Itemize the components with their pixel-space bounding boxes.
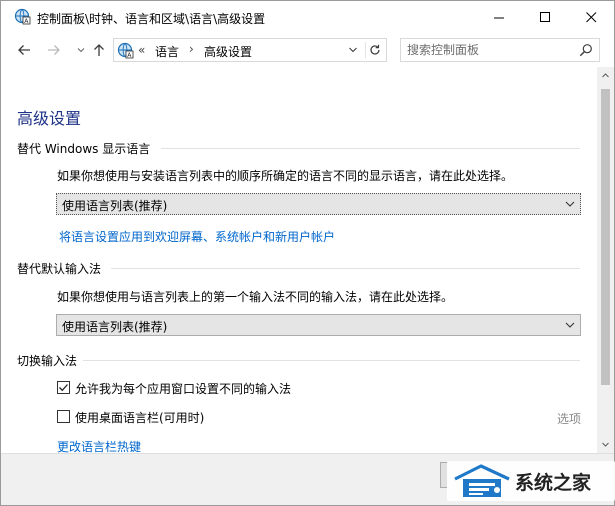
desktop-language-bar-label[interactable]: 使用桌面语言栏(可用时)	[75, 409, 204, 426]
control-panel-window: A 控制面板\时钟、语言和区域\语言\高级设置 A « 语言 › 高级设置 搜索…	[0, 0, 615, 506]
input-method-heading: 替代默认输入法	[17, 262, 102, 276]
chevron-down-icon	[77, 48, 85, 53]
scroll-down-button[interactable]	[597, 436, 614, 453]
section-divider	[83, 360, 580, 361]
address-bar[interactable]: A « 语言 › 高级设置	[113, 38, 387, 62]
close-button[interactable]	[568, 1, 614, 33]
display-language-description: 如果你想使用与安装语言列表中的顺序所确定的语言不同的显示语言，请在此处选择。	[57, 169, 514, 183]
title-bar: A 控制面板\时钟、语言和区域\语言\高级设置	[1, 1, 614, 33]
language-bar-options-link: 选项	[557, 412, 582, 426]
watermark-text: 系统之家	[515, 472, 592, 494]
chevron-down-icon	[565, 201, 575, 207]
refresh-icon	[369, 44, 380, 55]
display-language-heading: 替代 Windows 显示语言	[17, 142, 151, 156]
house-logo-icon	[454, 464, 510, 497]
up-button[interactable]	[89, 40, 109, 60]
arrow-up-icon	[94, 44, 104, 56]
search-box[interactable]	[400, 38, 600, 62]
breadcrumb-advanced-settings[interactable]: 高级设置	[204, 43, 252, 60]
page-title: 高级设置	[17, 109, 82, 128]
language-globe-icon: A	[14, 8, 31, 25]
refresh-button[interactable]	[365, 42, 383, 58]
window-title: 控制面板\时钟、语言和区域\语言\高级设置	[37, 12, 266, 26]
caret-down-icon	[602, 442, 609, 447]
per-app-input-method-label[interactable]: 允许我为每个应用窗口设置不同的输入法	[75, 380, 291, 397]
close-icon	[585, 11, 596, 22]
arrow-right-icon	[48, 45, 60, 55]
section-divider	[161, 148, 580, 149]
search-input[interactable]	[407, 42, 572, 58]
address-history-button[interactable]	[345, 42, 361, 58]
desktop-language-bar-checkbox[interactable]	[57, 410, 70, 423]
navigation-row: A « 语言 › 高级设置	[1, 33, 614, 67]
change-language-bar-hotkeys-link[interactable]: 更改语言栏热键	[57, 438, 141, 453]
section-divider	[111, 268, 580, 269]
arrow-left-icon	[18, 45, 30, 55]
forward-button[interactable]	[44, 40, 64, 60]
minimize-icon	[493, 17, 504, 18]
content-area: 高级设置 替代 Windows 显示语言 如果你想使用与安装语言列表中的顺序所确…	[1, 67, 597, 453]
display-language-selected-value: 使用语言列表(推荐)	[62, 199, 168, 213]
maximize-button[interactable]	[522, 1, 568, 33]
recent-locations-button[interactable]	[71, 40, 91, 60]
input-method-selected-value: 使用语言列表(推荐)	[62, 320, 168, 334]
site-watermark: 系统之家	[447, 461, 615, 501]
chevron-down-icon	[565, 322, 575, 328]
vertical-scrollbar[interactable]	[597, 67, 614, 453]
per-app-input-method-checkbox[interactable]	[57, 381, 70, 394]
checkmark-icon	[59, 384, 68, 392]
scrollbar-thumb[interactable]	[601, 89, 610, 385]
scroll-up-button[interactable]	[597, 67, 614, 84]
chevron-down-icon	[349, 47, 357, 53]
back-button[interactable]	[14, 40, 34, 60]
switch-input-method-heading: 切换输入法	[17, 354, 78, 368]
input-method-description: 如果你想使用与语言列表上的第一个输入法不同的输入法，请在此处选择。	[57, 290, 454, 304]
breadcrumb-separator[interactable]: ›	[189, 42, 194, 56]
display-language-select[interactable]: 使用语言列表(推荐)	[56, 193, 581, 215]
per-app-input-method-option[interactable]: 允许我为每个应用窗口设置不同的输入法	[57, 380, 317, 396]
language-globe-icon: A	[117, 42, 134, 59]
breadcrumb-language[interactable]: 语言	[155, 43, 179, 60]
maximize-icon	[539, 11, 550, 22]
input-method-select[interactable]: 使用语言列表(推荐)	[56, 314, 581, 336]
caret-up-icon	[602, 73, 609, 78]
breadcrumb-overflow-button[interactable]: «	[138, 43, 145, 57]
search-icon[interactable]	[579, 43, 593, 57]
apply-to-welcome-screen-link[interactable]: 将语言设置应用到欢迎屏幕、系统帐户和新用户帐户	[59, 228, 335, 245]
minimize-button[interactable]	[476, 1, 522, 33]
desktop-language-bar-option[interactable]: 使用桌面语言栏(可用时)	[57, 409, 257, 425]
